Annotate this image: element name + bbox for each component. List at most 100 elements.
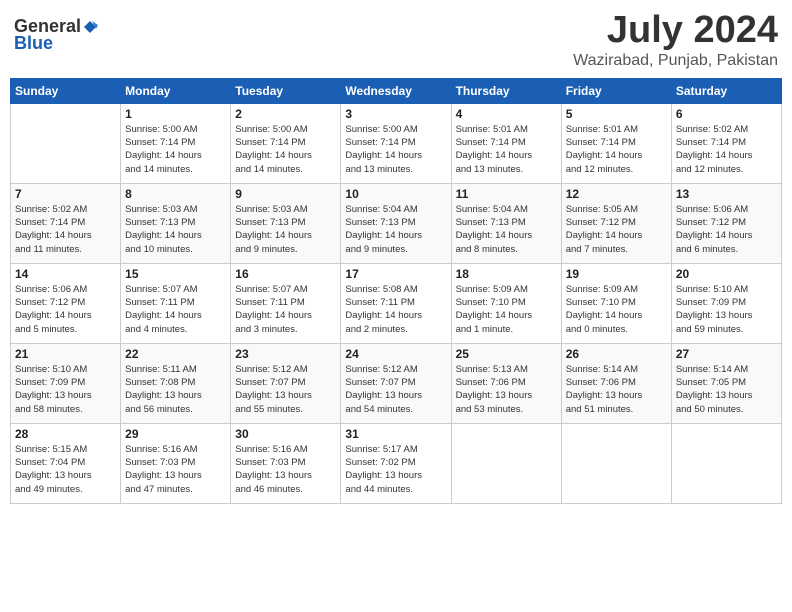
- cell-content: Sunrise: 5:00 AM Sunset: 7:14 PM Dayligh…: [125, 123, 226, 176]
- calendar-cell: 3 Sunrise: 5:00 AM Sunset: 7:14 PM Daylig…: [341, 103, 451, 183]
- calendar-cell: 23 Sunrise: 5:12 AM Sunset: 7:07 PM Dayli…: [231, 343, 341, 423]
- cell-content: Sunrise: 5:16 AM Sunset: 7:03 PM Dayligh…: [125, 443, 226, 496]
- calendar-week-2: 7Sunrise: 5:02 AM Sunset: 7:14 PM Daylig…: [11, 183, 782, 263]
- day-number: 16: [235, 267, 336, 281]
- calendar-cell: 7Sunrise: 5:02 AM Sunset: 7:14 PM Daylig…: [11, 183, 121, 263]
- location: Wazirabad, Punjab, Pakistan: [573, 52, 778, 70]
- day-number: 8: [125, 187, 226, 201]
- cell-content: Sunrise: 5:03 AM Sunset: 7:13 PM Dayligh…: [125, 203, 226, 256]
- day-number: 11: [456, 187, 557, 201]
- day-number: 27: [676, 347, 777, 361]
- day-number: 15: [125, 267, 226, 281]
- calendar-cell: 11 Sunrise: 5:04 AM Sunset: 7:13 PM Dayli…: [451, 183, 561, 263]
- cell-content: Sunrise: 5:00 AM Sunset: 7:14 PM Dayligh…: [345, 123, 446, 176]
- weekday-header-friday: Friday: [561, 78, 671, 103]
- cell-content: Sunrise: 5:15 AM Sunset: 7:04 PM Dayligh…: [15, 443, 116, 496]
- calendar-cell: 31Sunrise: 5:17 AM Sunset: 7:02 PM Dayli…: [341, 423, 451, 503]
- calendar-cell: 22 Sunrise: 5:11 AM Sunset: 7:08 PM Dayli…: [121, 343, 231, 423]
- calendar-week-3: 14 Sunrise: 5:06 AM Sunset: 7:12 PM Dayli…: [11, 263, 782, 343]
- day-number: 24: [345, 347, 446, 361]
- day-number: 6: [676, 107, 777, 121]
- cell-content: Sunrise: 5:00 AM Sunset: 7:14 PM Dayligh…: [235, 123, 336, 176]
- calendar-cell: [11, 103, 121, 183]
- day-number: 7: [15, 187, 116, 201]
- day-number: 19: [566, 267, 667, 281]
- day-number: 29: [125, 427, 226, 441]
- calendar-cell: 2 Sunrise: 5:00 AM Sunset: 7:14 PM Daylig…: [231, 103, 341, 183]
- cell-content: Sunrise: 5:01 AM Sunset: 7:14 PM Dayligh…: [456, 123, 557, 176]
- cell-content: Sunrise: 5:16 AM Sunset: 7:03 PM Dayligh…: [235, 443, 336, 496]
- calendar-cell: 13Sunrise: 5:06 AM Sunset: 7:12 PM Dayli…: [671, 183, 781, 263]
- calendar-cell: 25 Sunrise: 5:13 AM Sunset: 7:06 PM Dayli…: [451, 343, 561, 423]
- calendar-cell: 14 Sunrise: 5:06 AM Sunset: 7:12 PM Dayli…: [11, 263, 121, 343]
- day-number: 14: [15, 267, 116, 281]
- cell-content: Sunrise: 5:10 AM Sunset: 7:09 PM Dayligh…: [676, 283, 777, 336]
- calendar-cell: 10Sunrise: 5:04 AM Sunset: 7:13 PM Dayli…: [341, 183, 451, 263]
- calendar-table: SundayMondayTuesdayWednesdayThursdayFrid…: [10, 78, 782, 504]
- calendar-cell: 12Sunrise: 5:05 AM Sunset: 7:12 PM Dayli…: [561, 183, 671, 263]
- day-number: 10: [345, 187, 446, 201]
- calendar-cell: 24 Sunrise: 5:12 AM Sunset: 7:07 PM Dayli…: [341, 343, 451, 423]
- cell-content: Sunrise: 5:11 AM Sunset: 7:08 PM Dayligh…: [125, 363, 226, 416]
- logo-blue-text: Blue: [14, 33, 53, 54]
- calendar-cell: 15 Sunrise: 5:07 AM Sunset: 7:11 PM Dayli…: [121, 263, 231, 343]
- cell-content: Sunrise: 5:03 AM Sunset: 7:13 PM Dayligh…: [235, 203, 336, 256]
- day-number: 5: [566, 107, 667, 121]
- weekday-header-saturday: Saturday: [671, 78, 781, 103]
- weekday-header-row: SundayMondayTuesdayWednesdayThursdayFrid…: [11, 78, 782, 103]
- day-number: 21: [15, 347, 116, 361]
- day-number: 18: [456, 267, 557, 281]
- day-number: 1: [125, 107, 226, 121]
- cell-content: Sunrise: 5:07 AM Sunset: 7:11 PM Dayligh…: [125, 283, 226, 336]
- cell-content: Sunrise: 5:01 AM Sunset: 7:14 PM Dayligh…: [566, 123, 667, 176]
- calendar-cell: 29 Sunrise: 5:16 AM Sunset: 7:03 PM Dayli…: [121, 423, 231, 503]
- calendar-cell: 18Sunrise: 5:09 AM Sunset: 7:10 PM Dayli…: [451, 263, 561, 343]
- cell-content: Sunrise: 5:13 AM Sunset: 7:06 PM Dayligh…: [456, 363, 557, 416]
- cell-content: Sunrise: 5:09 AM Sunset: 7:10 PM Dayligh…: [566, 283, 667, 336]
- day-number: 3: [345, 107, 446, 121]
- day-number: 30: [235, 427, 336, 441]
- calendar-week-5: 28 Sunrise: 5:15 AM Sunset: 7:04 PM Dayli…: [11, 423, 782, 503]
- day-number: 31: [345, 427, 446, 441]
- weekday-header-monday: Monday: [121, 78, 231, 103]
- weekday-header-wednesday: Wednesday: [341, 78, 451, 103]
- calendar-cell: 5 Sunrise: 5:01 AM Sunset: 7:14 PM Daylig…: [561, 103, 671, 183]
- cell-content: Sunrise: 5:10 AM Sunset: 7:09 PM Dayligh…: [15, 363, 116, 416]
- weekday-header-sunday: Sunday: [11, 78, 121, 103]
- calendar-cell: 1 Sunrise: 5:00 AM Sunset: 7:14 PM Daylig…: [121, 103, 231, 183]
- day-number: 23: [235, 347, 336, 361]
- calendar-cell: 21 Sunrise: 5:10 AM Sunset: 7:09 PM Dayli…: [11, 343, 121, 423]
- calendar-cell: 6Sunrise: 5:02 AM Sunset: 7:14 PM Daylig…: [671, 103, 781, 183]
- cell-content: Sunrise: 5:12 AM Sunset: 7:07 PM Dayligh…: [235, 363, 336, 416]
- cell-content: Sunrise: 5:12 AM Sunset: 7:07 PM Dayligh…: [345, 363, 446, 416]
- page-header: General Blue July 2024 Wazirabad, Punjab…: [10, 10, 782, 70]
- weekday-header-tuesday: Tuesday: [231, 78, 341, 103]
- calendar-cell: 30 Sunrise: 5:16 AM Sunset: 7:03 PM Dayli…: [231, 423, 341, 503]
- calendar-cell: 26Sunrise: 5:14 AM Sunset: 7:06 PM Dayli…: [561, 343, 671, 423]
- day-number: 25: [456, 347, 557, 361]
- day-number: 4: [456, 107, 557, 121]
- day-number: 9: [235, 187, 336, 201]
- calendar-cell: [451, 423, 561, 503]
- calendar-week-1: 1 Sunrise: 5:00 AM Sunset: 7:14 PM Daylig…: [11, 103, 782, 183]
- day-number: 12: [566, 187, 667, 201]
- day-number: 20: [676, 267, 777, 281]
- calendar-cell: [561, 423, 671, 503]
- day-number: 22: [125, 347, 226, 361]
- day-number: 2: [235, 107, 336, 121]
- cell-content: Sunrise: 5:06 AM Sunset: 7:12 PM Dayligh…: [15, 283, 116, 336]
- cell-content: Sunrise: 5:14 AM Sunset: 7:05 PM Dayligh…: [676, 363, 777, 416]
- calendar-week-4: 21 Sunrise: 5:10 AM Sunset: 7:09 PM Dayli…: [11, 343, 782, 423]
- calendar-cell: 20 Sunrise: 5:10 AM Sunset: 7:09 PM Dayli…: [671, 263, 781, 343]
- day-number: 28: [15, 427, 116, 441]
- calendar-cell: 8 Sunrise: 5:03 AM Sunset: 7:13 PM Daylig…: [121, 183, 231, 263]
- calendar-cell: 4 Sunrise: 5:01 AM Sunset: 7:14 PM Daylig…: [451, 103, 561, 183]
- calendar-cell: 16Sunrise: 5:07 AM Sunset: 7:11 PM Dayli…: [231, 263, 341, 343]
- cell-content: Sunrise: 5:04 AM Sunset: 7:13 PM Dayligh…: [456, 203, 557, 256]
- title-block: July 2024 Wazirabad, Punjab, Pakistan: [573, 10, 778, 70]
- weekday-header-thursday: Thursday: [451, 78, 561, 103]
- logo: General Blue: [14, 16, 98, 54]
- calendar-cell: 27 Sunrise: 5:14 AM Sunset: 7:05 PM Dayli…: [671, 343, 781, 423]
- cell-content: Sunrise: 5:06 AM Sunset: 7:12 PM Dayligh…: [676, 203, 777, 256]
- day-number: 17: [345, 267, 446, 281]
